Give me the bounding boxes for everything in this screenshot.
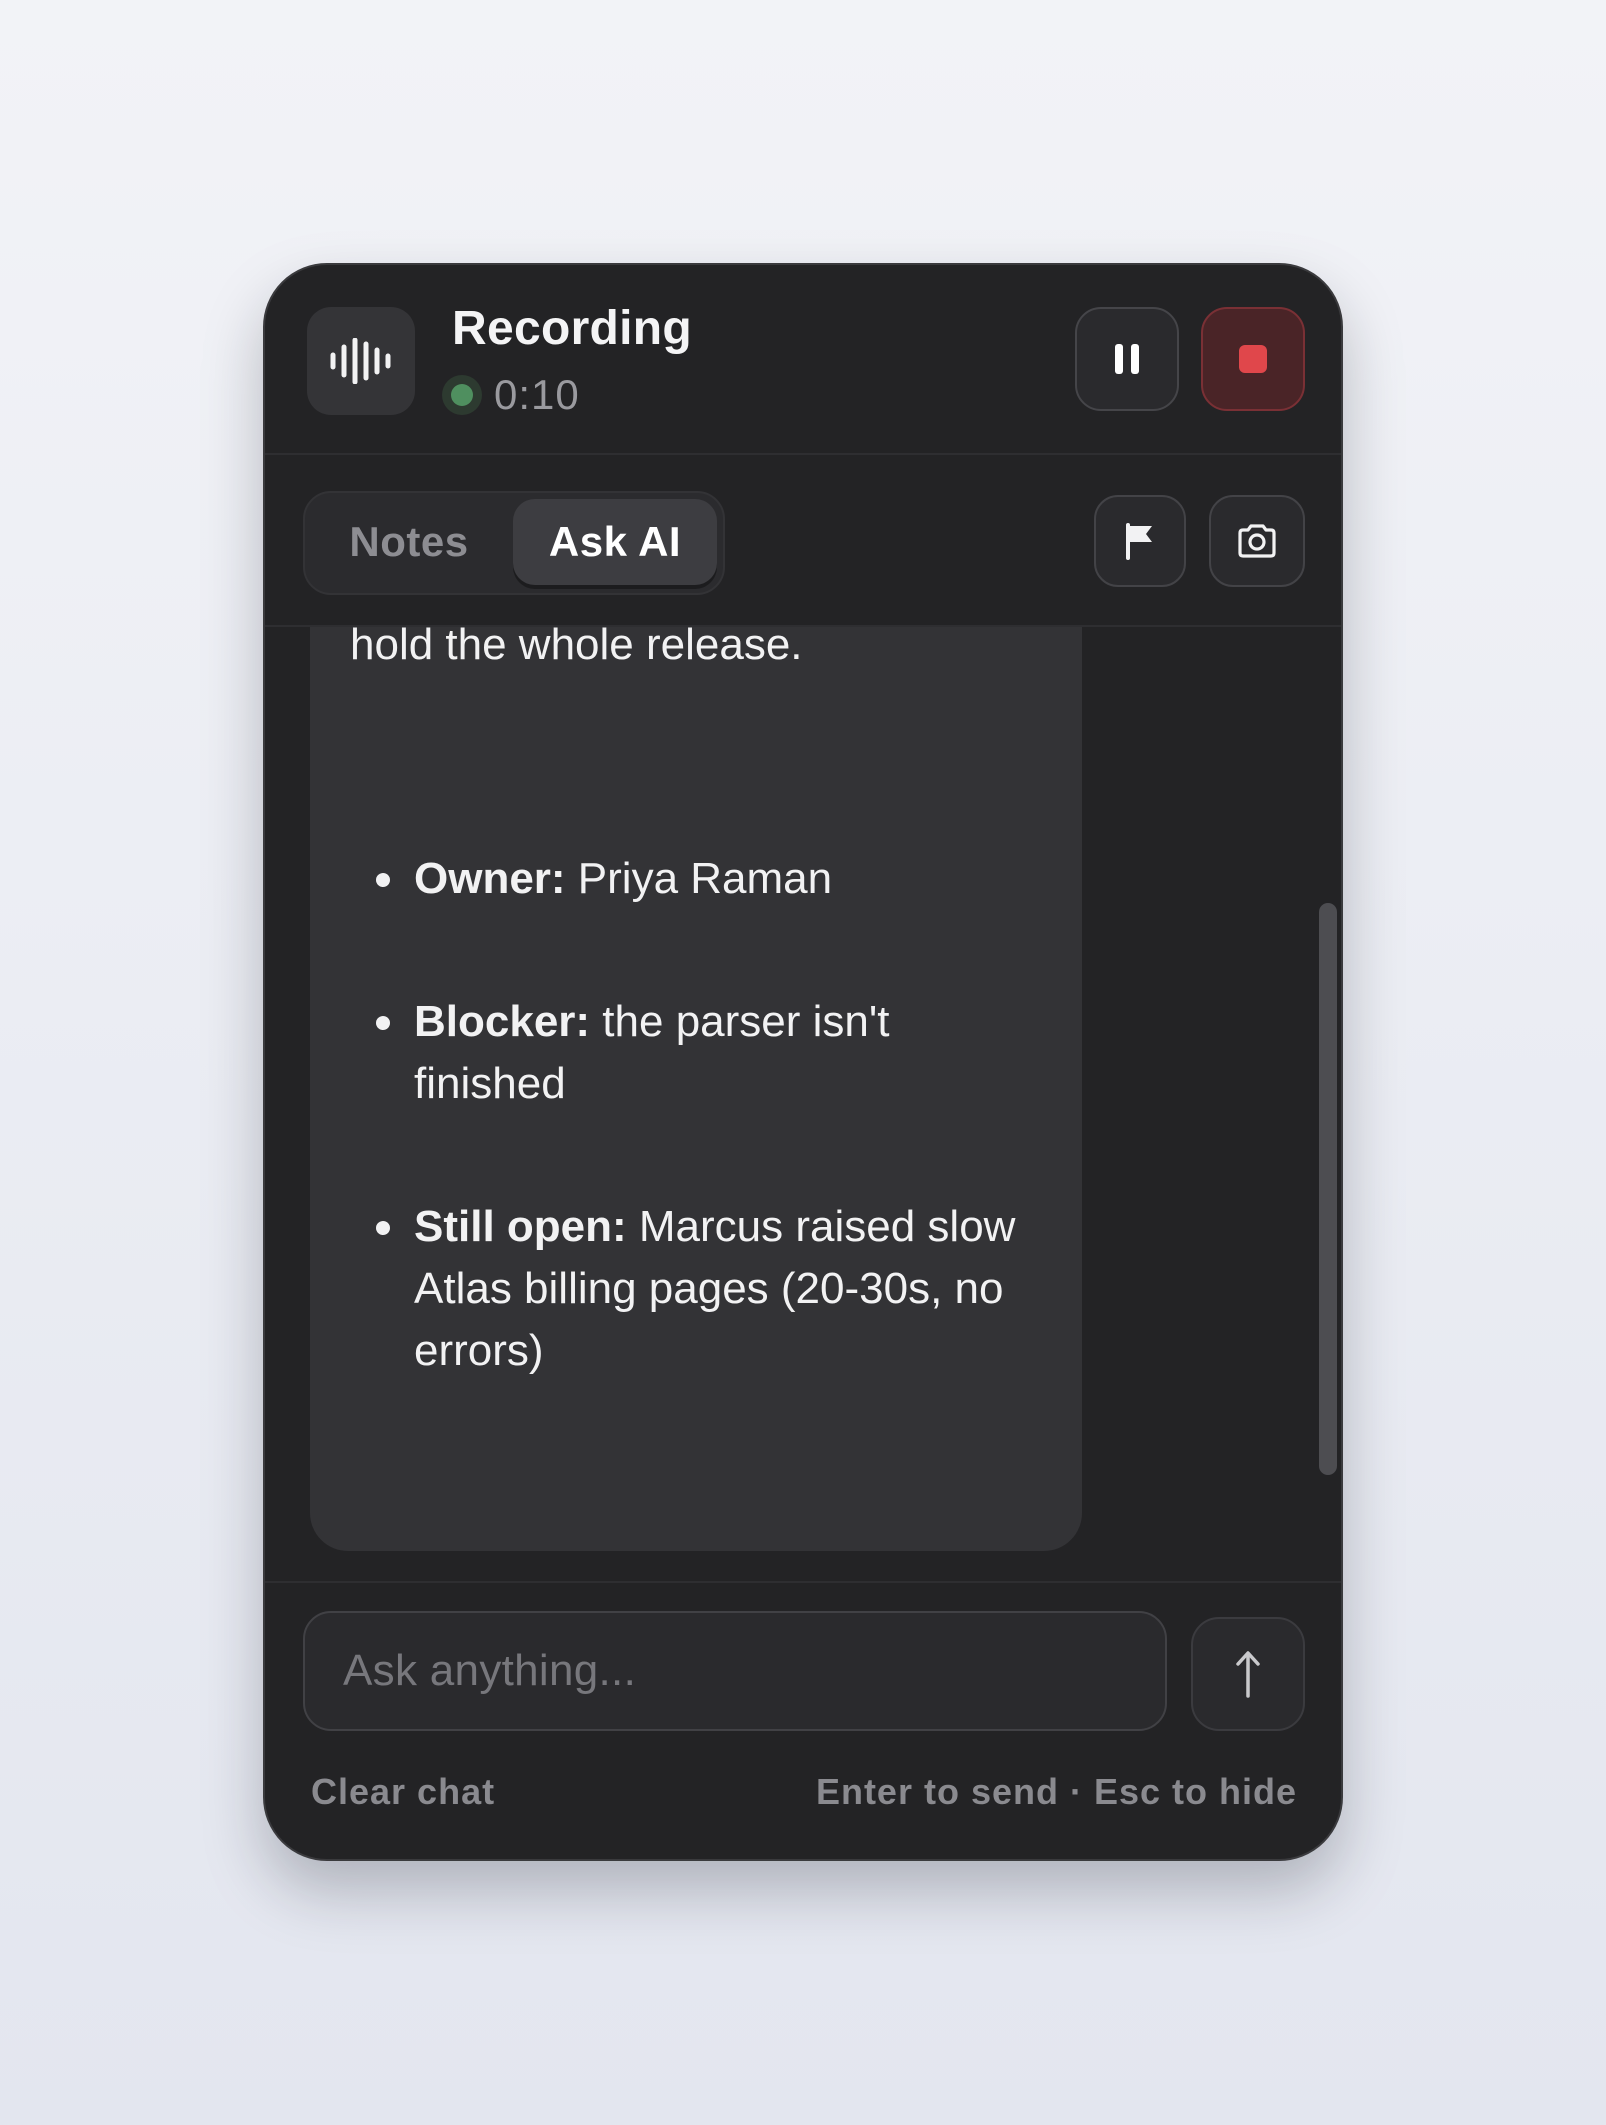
status-dot-icon: [442, 375, 482, 415]
chat-scrollbar[interactable]: [1319, 903, 1337, 1475]
panel-toolbar: Notes Ask AI: [265, 455, 1341, 627]
chat-messages[interactable]: hold the whole release. Owner: Priya Ram…: [265, 627, 1341, 1569]
mode-tabs: Notes Ask AI: [303, 491, 725, 595]
screenshot-button[interactable]: [1209, 495, 1305, 587]
arrow-up-icon: [1236, 1651, 1260, 1698]
keyboard-hint: Enter to send · Esc to hide: [815, 1771, 1297, 1812]
bullet-label: Owner:: [414, 854, 566, 903]
list-item: Blocker: the parser isn't finished: [376, 991, 1034, 1115]
recording-panel: Recording 0:10 Notes Ask AI hold the who…: [263, 263, 1343, 1861]
ai-message-bubble: hold the whole release. Owner: Priya Ram…: [310, 627, 1082, 1551]
bullet-label: Blocker:: [414, 997, 591, 1046]
stop-button[interactable]: [1201, 307, 1305, 411]
camera-icon: [1238, 524, 1276, 558]
message-text: hold the whole release.: [350, 627, 803, 669]
flag-button[interactable]: [1094, 495, 1186, 587]
pause-icon: [1115, 344, 1139, 374]
flag-icon: [1126, 523, 1152, 560]
send-button[interactable]: [1191, 1617, 1305, 1731]
ask-input[interactable]: Ask anything...: [303, 1611, 1167, 1731]
input-divider: [265, 1581, 1341, 1583]
tab-notes[interactable]: Notes: [311, 499, 507, 585]
stop-icon: [1239, 345, 1267, 373]
list-item: Still open: Marcus raised slow Atlas bil…: [376, 1196, 1034, 1382]
ask-input-placeholder: Ask anything...: [343, 1646, 637, 1695]
recording-title: Recording: [452, 302, 693, 355]
tab-ask-ai[interactable]: Ask AI: [513, 499, 717, 585]
bullet-text: Priya Raman: [565, 854, 833, 903]
waveform-icon: [307, 307, 415, 415]
recording-timer: 0:10: [494, 371, 580, 418]
pause-button[interactable]: [1075, 307, 1179, 411]
bullet-label: Still open:: [414, 1202, 627, 1251]
clear-chat-button[interactable]: Clear chat: [311, 1771, 495, 1813]
panel-header: Recording 0:10: [265, 265, 1341, 455]
recording-status: 0:10: [442, 371, 580, 419]
list-item: Owner: Priya Raman: [376, 848, 1034, 910]
